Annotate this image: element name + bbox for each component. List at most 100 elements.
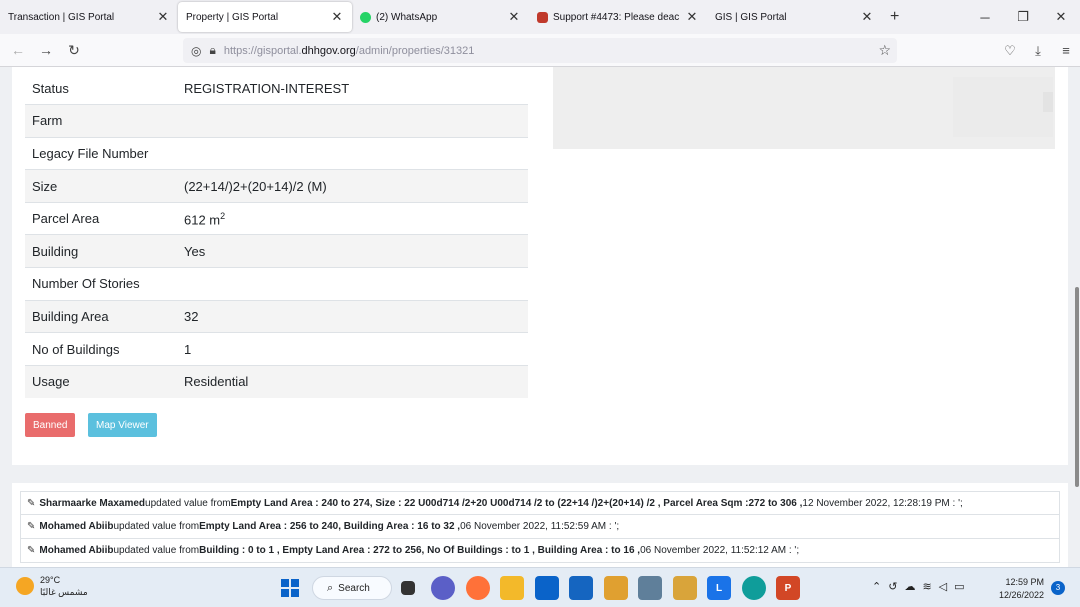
tab-title: Support #4473: Please deactivat <box>553 11 679 23</box>
log-text: updated value from <box>113 545 200 556</box>
row-key: Farm <box>32 113 63 129</box>
bookmark-star-icon[interactable]: ☆ <box>878 42 891 59</box>
tab-title: (2) WhatsApp <box>376 11 438 23</box>
map-viewer-button[interactable]: Map Viewer <box>88 413 157 437</box>
url-path: /admin/properties/31321 <box>355 44 475 57</box>
log-user: Sharmaarke Maxamed <box>39 497 146 509</box>
row-value: 32 <box>184 308 199 324</box>
tab-support[interactable]: Support #4473: Please deactivat ✕ <box>529 2 707 32</box>
system-tray: ⌃ ↺ ☁ ≋ ◁ ▭ <box>872 580 972 593</box>
menu-icon[interactable]: ≡ <box>1052 43 1080 58</box>
tab-title: GIS | GIS Portal <box>715 11 787 23</box>
pinned-apps: L P <box>396 576 811 600</box>
scrollbar-thumb[interactable] <box>1075 287 1079 487</box>
edit-icon: ✎ <box>27 545 36 556</box>
table-row: No of Buildings 1 <box>25 332 528 366</box>
chat-icon[interactable] <box>431 576 455 600</box>
log-user: Mohamed Abiib <box>39 521 114 532</box>
calculator-icon[interactable] <box>638 576 662 600</box>
close-icon[interactable]: ✕ <box>685 9 699 25</box>
table-row: Size (22+14/)2+(20+14)/2 (M) <box>25 169 528 203</box>
clock[interactable]: 12:59 PM 12/26/2022 <box>994 576 1044 602</box>
pocket-icon[interactable]: ♡ <box>996 43 1024 59</box>
table-row: Parcel Area 612 m2 <box>25 202 528 235</box>
log-details: Empty Land Area : 256 to 240, Building A… <box>199 521 461 532</box>
activity-log: ✎ Sharmaarke Maxamed updated value from … <box>20 491 1060 563</box>
start-icon[interactable] <box>281 579 299 597</box>
store-icon[interactable] <box>569 576 593 600</box>
toolbar-right: ♡ ⤓ ≡ <box>996 34 1080 67</box>
clock-date: 12/26/2022 <box>998 590 1044 600</box>
reload-icon[interactable]: ↻ <box>60 42 88 59</box>
row-value: Residential <box>184 374 249 390</box>
log-user: Mohamed Abiib <box>39 545 114 556</box>
edge-icon[interactable] <box>741 576 766 600</box>
url-domain: dhhgov.org <box>301 44 356 57</box>
snipping-icon[interactable] <box>672 576 697 600</box>
url-prefix: https://gisportal. <box>223 44 302 57</box>
firefox-icon[interactable] <box>465 576 490 600</box>
url-bar[interactable]: ◎ 🔒︎ https://gisportal. dhhgov.org/admin/… <box>183 38 897 63</box>
table-row: Building Yes <box>25 234 528 268</box>
restore-icon[interactable]: ❐ <box>1004 9 1042 25</box>
close-icon[interactable]: ✕ <box>507 9 521 25</box>
activity-log-card: ✎ Sharmaarke Maxamed updated value from … <box>12 483 1068 567</box>
minimize-icon[interactable]: ─ <box>966 10 1004 25</box>
task-view-icon[interactable] <box>401 581 415 595</box>
forward-icon[interactable]: → <box>32 42 60 58</box>
table-row: Building Area 32 <box>25 300 528 333</box>
row-value: (22+14/)2+(20+14)/2 (M) <box>184 178 327 194</box>
row-value: 612 m2 <box>177 202 528 235</box>
page-scrollbar[interactable] <box>1074 67 1080 567</box>
search-label: Search <box>338 582 370 594</box>
powerpoint-icon[interactable]: P <box>776 576 800 600</box>
mail-icon[interactable] <box>534 576 559 600</box>
row-key: Number Of Stories <box>32 276 140 292</box>
weather-condition: مشمس غالبًا <box>40 587 88 597</box>
log-details: Empty Land Area : 240 to 274, Size : 22 … <box>230 497 803 509</box>
taskbar-search[interactable]: ⌕ Search <box>312 576 392 600</box>
table-row: Number Of Stories <box>25 267 528 301</box>
wifi-icon[interactable]: ≋ <box>922 580 931 593</box>
whatsapp-icon <box>360 11 371 23</box>
l-app-icon[interactable]: L <box>707 576 731 600</box>
shield-icon[interactable]: ◎ <box>191 44 201 58</box>
tab-transaction[interactable]: Transaction | GIS Portal ✕ <box>0 2 178 32</box>
notification-badge[interactable]: 3 <box>1051 581 1065 595</box>
weather-widget[interactable]: 29°C مشمس غالبًا <box>16 574 88 598</box>
close-icon[interactable]: ✕ <box>156 9 170 25</box>
battery-icon[interactable]: ▭ <box>954 580 964 593</box>
table-row: Status REGISTRATION-INTEREST <box>25 72 528 105</box>
chevron-up-icon[interactable]: ⌃ <box>872 580 881 593</box>
row-key: Parcel Area <box>32 211 100 227</box>
file-explorer-icon[interactable] <box>500 576 524 600</box>
close-icon[interactable]: ✕ <box>860 9 874 25</box>
cloud-icon[interactable]: ☁ <box>904 580 915 593</box>
sun-icon <box>16 577 34 595</box>
download-icon[interactable]: ⤓ <box>1024 43 1052 59</box>
new-tab-button[interactable]: + <box>882 8 907 26</box>
row-value: REGISTRATION-INTEREST <box>184 80 350 96</box>
taskbar: 29°C مشمس غالبًا ⌕ Search L P ⌃ ↺ ☁ ≋ ◁ … <box>0 567 1080 607</box>
log-text: updated value from <box>145 497 231 509</box>
table-row: Usage Residential <box>25 365 528 398</box>
back-icon[interactable]: ← <box>4 42 32 58</box>
sync-icon[interactable]: ↺ <box>888 580 897 593</box>
lock-icon[interactable]: 🔒︎ <box>209 43 215 58</box>
row-value: Yes <box>184 243 206 259</box>
tab-property[interactable]: Property | GIS Portal ✕ <box>178 2 352 32</box>
app-icon[interactable] <box>603 576 628 600</box>
edit-icon: ✎ <box>27 521 36 532</box>
close-icon[interactable]: ✕ <box>330 9 344 25</box>
row-value <box>177 268 528 301</box>
navigation-bar: ← → ↻ ◎ 🔒︎ https://gisportal. dhhgov.org /… <box>0 34 1080 67</box>
volume-icon[interactable]: ◁ <box>939 580 947 593</box>
map-tile <box>1043 92 1053 112</box>
tab-whatsapp[interactable]: (2) WhatsApp ✕ <box>352 2 529 32</box>
log-details: Building : 0 to 1 , Empty Land Area : 27… <box>199 545 641 556</box>
close-window-icon[interactable]: ✕ <box>1042 9 1080 25</box>
tab-gis[interactable]: GIS | GIS Portal ✕ <box>707 2 882 32</box>
search-icon: ⌕ <box>327 581 334 594</box>
banned-button[interactable]: Banned <box>25 413 76 437</box>
row-key: Building Area <box>32 308 109 324</box>
